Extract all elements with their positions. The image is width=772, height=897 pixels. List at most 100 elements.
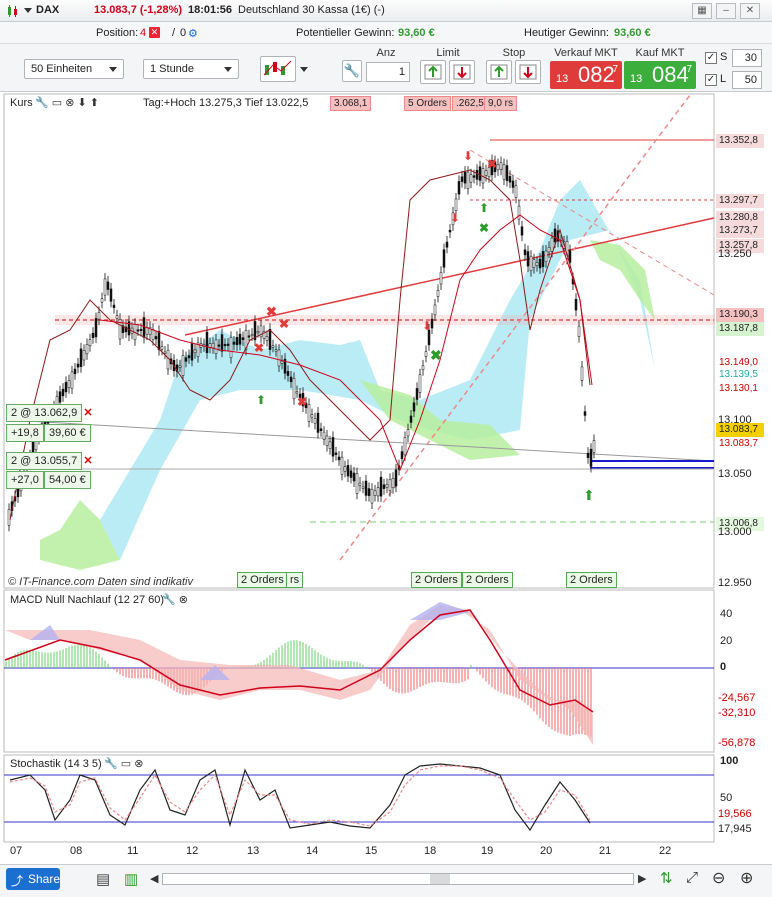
- candle-body: [583, 411, 587, 416]
- candle-body: [100, 298, 104, 303]
- macd-tool-icons[interactable]: 🔧 ⊗: [162, 593, 188, 606]
- close-position-1-icon[interactable]: ✕: [82, 407, 94, 419]
- layout-icon[interactable]: ▦: [692, 3, 712, 19]
- orders-pill[interactable]: 2 Orders: [237, 572, 288, 588]
- scroll-right-icon[interactable]: ▶: [638, 872, 646, 885]
- orders-pill[interactable]: 2 Orders: [566, 572, 617, 588]
- tool-wrench-button[interactable]: 🔧: [342, 60, 362, 82]
- orders-box-4[interactable]: 9,0 rs: [484, 96, 518, 111]
- close-position-2-icon[interactable]: ✕: [82, 455, 94, 467]
- position-2-label[interactable]: 2 @ 13.055,7: [6, 452, 83, 470]
- stoch-tool-icons[interactable]: 🔧 ▭ ⊗: [104, 757, 143, 770]
- compare-icon[interactable]: ▤: [96, 870, 110, 888]
- candle-body: [7, 509, 11, 526]
- timeframe-select[interactable]: 1 Stunde: [143, 59, 239, 79]
- candle-body: [382, 484, 386, 489]
- sell-market-label: Verkauf MKT: [554, 47, 618, 59]
- position-1-label[interactable]: 2 @ 13.062,9: [6, 404, 83, 422]
- sell-marker-icon: ✖: [254, 341, 264, 355]
- candle-body: [424, 351, 428, 357]
- candle-body: [355, 473, 359, 494]
- buy-marker-icon: ✖: [479, 221, 489, 235]
- candle-body: [232, 341, 236, 345]
- buy-market-label: Kauf MKT: [635, 47, 685, 59]
- price-header-info: Tag:+Hoch 13.275,3 Tief 13.022,5: [140, 96, 312, 110]
- qty-input[interactable]: 1: [366, 62, 410, 82]
- panel-tool-icons[interactable]: 🔧 ▭ ⊗ ⬇ ⬆: [35, 96, 99, 109]
- limit-buy-button[interactable]: [420, 60, 446, 84]
- y-tick: 13.100: [718, 414, 752, 426]
- candle-body: [391, 477, 395, 488]
- fullscreen-icon[interactable]: ⤢: [686, 869, 698, 886]
- orders-box-1[interactable]: 3.068,1: [330, 96, 372, 111]
- candle-body: [103, 278, 107, 296]
- orders-box-2[interactable]: 5 Orders: [404, 96, 451, 111]
- buy-market-button[interactable]: 13 084 7: [624, 61, 696, 89]
- sell-marker-icon: ✖: [266, 304, 277, 319]
- orders-pill[interactable]: 2 Orders: [462, 572, 513, 588]
- s-checkbox[interactable]: ✓: [705, 52, 717, 64]
- macd-value-2: -32,310: [718, 707, 756, 719]
- price-tag: 13.187,8: [716, 322, 764, 336]
- candle-body: [445, 241, 449, 248]
- stop-buy-button[interactable]: [486, 60, 512, 84]
- candle-body: [472, 175, 476, 178]
- close-icon[interactable]: ✕: [740, 3, 760, 19]
- candle-body: [151, 329, 155, 340]
- orders-pill[interactable]: rs: [286, 572, 304, 588]
- candle-body: [376, 487, 380, 497]
- candle-body: [568, 250, 572, 263]
- l-checkbox[interactable]: ✓: [705, 74, 717, 86]
- sell-market-button[interactable]: 13 082 7: [550, 61, 622, 89]
- chart-type-button[interactable]: [260, 56, 296, 82]
- price-tag: 13.297,7: [716, 194, 764, 208]
- candle-body: [289, 376, 293, 383]
- chart-type-chevron-icon[interactable]: [300, 67, 308, 72]
- candle-body: [187, 355, 191, 359]
- macd-y-tick: 20: [720, 635, 733, 647]
- candle-body: [553, 228, 557, 243]
- sell-arrow-icon: ⬇: [450, 211, 460, 225]
- candle-body: [589, 448, 593, 467]
- candle-body: [235, 337, 239, 346]
- instrument-symbol[interactable]: DAX: [36, 4, 59, 16]
- candle-body: [217, 344, 221, 347]
- minimize-icon[interactable]: ‒: [716, 3, 736, 19]
- candle-body: [142, 317, 146, 338]
- scroll-thumb[interactable]: [430, 874, 450, 884]
- y-tick: 13.250: [718, 248, 752, 260]
- indicators-icon[interactable]: ▥: [124, 870, 138, 888]
- stop-sell-button[interactable]: [515, 60, 541, 84]
- candle-body: [439, 272, 443, 285]
- gears-icon[interactable]: ⚙: [188, 27, 198, 40]
- zoom-out-icon[interactable]: ⊖: [712, 868, 725, 888]
- candle-body: [88, 339, 92, 347]
- price-tag: 13.139,5: [716, 368, 764, 382]
- candle-body: [331, 437, 335, 457]
- limit-sell-button[interactable]: [449, 60, 475, 84]
- candle-body: [76, 363, 80, 368]
- orders-box-3[interactable]: .262,5: [452, 96, 488, 111]
- l-value-input[interactable]: 50: [732, 71, 762, 89]
- chevron-down-icon[interactable]: [24, 8, 32, 13]
- candle-body: [523, 249, 527, 256]
- horizontal-scrollbar[interactable]: [162, 873, 634, 885]
- s-value-input[interactable]: 30: [732, 49, 762, 67]
- close-position-icon[interactable]: ✕: [149, 27, 160, 38]
- stoch-panel-label: Stochastik (14 3 5): [7, 757, 105, 771]
- autoscale-icon[interactable]: ⇅: [660, 869, 673, 887]
- candle-body: [418, 374, 422, 393]
- price-chart[interactable]: ✖ ✖ ✖ ✖ ✖ ✖ ✖ ⬆ ⬆ ⬆ ⬇ ⬇ ⬇: [0, 92, 772, 844]
- units-select[interactable]: 50 Einheiten: [24, 59, 124, 79]
- candle-body: [580, 366, 584, 381]
- scroll-left-icon[interactable]: ◀: [150, 872, 158, 885]
- candle-body: [139, 328, 143, 331]
- candle-body: [433, 304, 437, 316]
- candle-body: [592, 440, 596, 453]
- candle-body: [109, 288, 113, 302]
- orders-pill[interactable]: 2 Orders: [411, 572, 462, 588]
- instrument-full-name: Deutschland 30 Kassa (1€) (-): [238, 4, 385, 16]
- stoch-y-tick: 50: [720, 792, 733, 804]
- zoom-in-icon[interactable]: ⊕: [740, 868, 753, 888]
- sell-arrow-icon: ⬇: [422, 319, 432, 333]
